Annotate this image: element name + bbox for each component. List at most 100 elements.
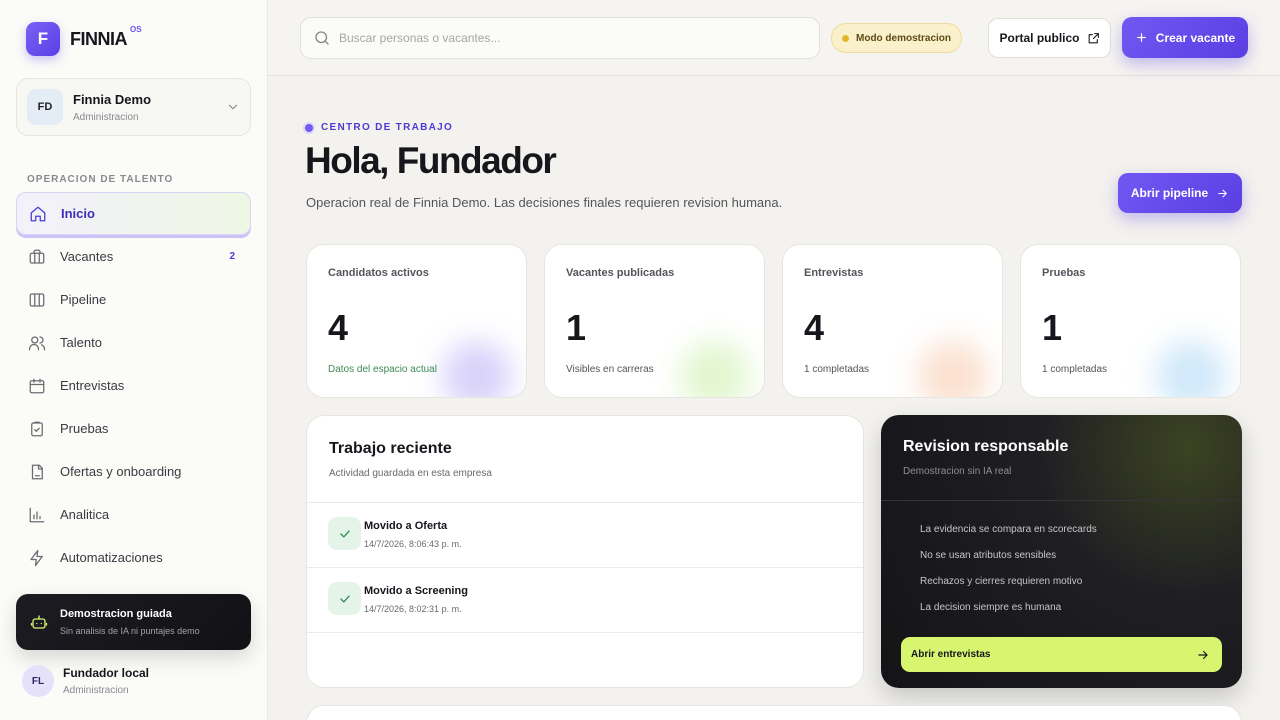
workspace-avatar: FD [27,89,63,125]
count-badge: 2 [229,251,235,262]
sidebar-item-vacantes[interactable]: Vacantes 2 [16,235,251,278]
sidebar: F FINNIA OS FD Finnia Demo Administracio… [0,0,268,720]
page-title: Hola, Fundador [305,140,557,181]
sidebar-item-automatizaciones[interactable]: Automatizaciones [16,536,251,579]
robot-icon [30,615,48,629]
stat-note: Visibles en carreras [566,364,654,375]
responsible-review-card: Revision responsable Demostracion sin IA… [881,415,1242,688]
activity-time: 14/7/2026, 8:02:31 p. m. [364,604,462,614]
list-item[interactable]: Movido a Oferta 14/7/2026, 8:06:43 p. m. [307,503,863,568]
stat-card-candidates[interactable]: Candidatos activos 4 Datos del espacio a… [306,244,527,398]
list-item[interactable]: Movido a Screening 14/7/2026, 8:02:31 p.… [307,568,863,633]
brand-logo[interactable]: F FINNIA OS [26,22,142,56]
sidebar-item-label: Automatizaciones [60,550,163,565]
list-item: La decision siempre es humana [920,602,1062,613]
public-portal-label: Portal publico [999,31,1080,45]
recent-work-title: Trabajo reciente [329,440,452,457]
plus-icon [1136,33,1146,42]
chevron-down-icon [228,104,238,110]
sidebar-item-label: Analitica [60,507,110,522]
open-pipeline-button[interactable]: Abrir pipeline [1118,173,1242,213]
create-vacancy-button[interactable]: Crear vacante [1122,17,1248,58]
open-interviews-label: Abrir entrevistas [911,649,991,660]
sidebar-item-label: Talento [60,335,102,350]
eyebrow: CENTRO DE TRABAJO [305,122,453,133]
sidebar-item-talento[interactable]: Talento [16,321,251,364]
list-item: No se usan atributos sensibles [920,550,1057,561]
sidebar-item-label: Vacantes [60,249,114,264]
clipboard-check-icon [31,421,43,436]
sidebar-item-label: Inicio [61,206,95,221]
list-item: La evidencia se compara en scorecards [920,524,1097,535]
stat-value: 4 [328,307,349,348]
public-portal-button[interactable]: Portal publico [988,18,1111,58]
activity-icon [328,582,361,615]
sidebar-item-pruebas[interactable]: Pruebas [16,407,251,450]
list-item: Rechazos y cierres requieren motivo [920,576,1083,587]
demo-card-subtitle: Sin analisis de IA ni puntajes demo [60,626,200,636]
recent-work-subtitle: Actividad guardada en esta empresa [329,468,492,479]
sidebar-item-inicio[interactable]: Inicio [16,192,251,235]
review-subtitle: Demostracion sin IA real [903,466,1012,477]
card-glow [442,341,512,397]
bar-chart-icon [29,507,45,522]
search-box[interactable] [300,17,820,59]
demo-card-title: Demostracion guiada [60,608,172,620]
file-icon [31,464,43,479]
sidebar-item-pipeline[interactable]: Pipeline [16,278,251,321]
next-section-card [306,705,1242,720]
sidebar-item-entrevistas[interactable]: Entrevistas [16,364,251,407]
eyebrow-dot [305,123,313,132]
sidebar-item-analitica[interactable]: Analitica [16,493,251,536]
stat-label: Candidatos activos [328,267,429,279]
status-dot [842,34,849,42]
open-interviews-button[interactable]: Abrir entrevistas [901,637,1222,672]
sidebar-item-label: Ofertas y onboarding [60,464,182,479]
page-subtitle: Operacion real de Finnia Demo. Las decis… [306,195,783,210]
external-link-icon [1088,32,1099,43]
open-pipeline-label: Abrir pipeline [1130,186,1209,200]
user-name: Fundador local [63,666,150,680]
stat-value: 1 [566,307,587,348]
stat-card-vacancies[interactable]: Vacantes publicadas 1 Visibles en carrer… [544,244,765,398]
check-icon [339,594,350,603]
divider [881,500,1242,501]
card-glow [680,341,750,397]
sidebar-nav: Inicio Vacantes 2 Pipeline Talento Entre… [16,192,251,579]
recent-work-card: Trabajo reciente Actividad guardada en e… [306,415,864,688]
brand-sup: OS [130,24,142,34]
search-input[interactable] [339,31,779,45]
card-glow [1156,341,1226,397]
columns-icon [29,292,45,307]
workspace-name: Finnia Demo [73,91,152,107]
stat-label: Entrevistas [804,267,864,279]
stat-note: 1 completadas [1042,364,1108,375]
arrow-right-icon [1218,189,1228,197]
status-badge: Modo demostracion [831,23,963,53]
sidebar-item-label: Pruebas [60,421,109,436]
user-profile[interactable]: FL Fundador local Administracion [22,665,149,697]
workspace-switcher[interactable]: FD Finnia Demo Administracion [16,78,251,136]
arrow-right-icon [1198,650,1208,659]
stat-card-interviews[interactable]: Entrevistas 4 1 completadas [782,244,1003,398]
topbar: Modo demostracion Portal publico Crear v… [268,0,1280,76]
nav-section-label: OPERACION DE TALENTO [27,174,174,185]
activity-title: Movido a Screening [364,585,468,597]
status-badge-label: Modo demostracion [856,32,952,44]
calendar-icon [29,378,45,393]
guided-demo-card[interactable]: Demostracion guiada Sin analisis de IA n… [16,594,251,650]
brand-name: FINNIA [70,28,128,49]
stat-note: Datos del espacio actual [328,364,437,375]
user-role: Administracion [63,685,129,696]
stat-card-tests[interactable]: Pruebas 1 1 completadas [1020,244,1241,398]
check-icon [339,529,350,538]
activity-title: Movido a Oferta [364,520,448,532]
sidebar-item-label: Entrevistas [60,378,125,393]
eyebrow-label: CENTRO DE TRABAJO [321,122,454,133]
stat-value: 4 [804,307,825,348]
stat-label: Vacantes publicadas [566,267,675,279]
activity-time: 14/7/2026, 8:06:43 p. m. [364,539,462,549]
sidebar-item-ofertas[interactable]: Ofertas y onboarding [16,450,251,493]
search-icon [315,31,329,45]
lightning-icon [30,549,43,566]
